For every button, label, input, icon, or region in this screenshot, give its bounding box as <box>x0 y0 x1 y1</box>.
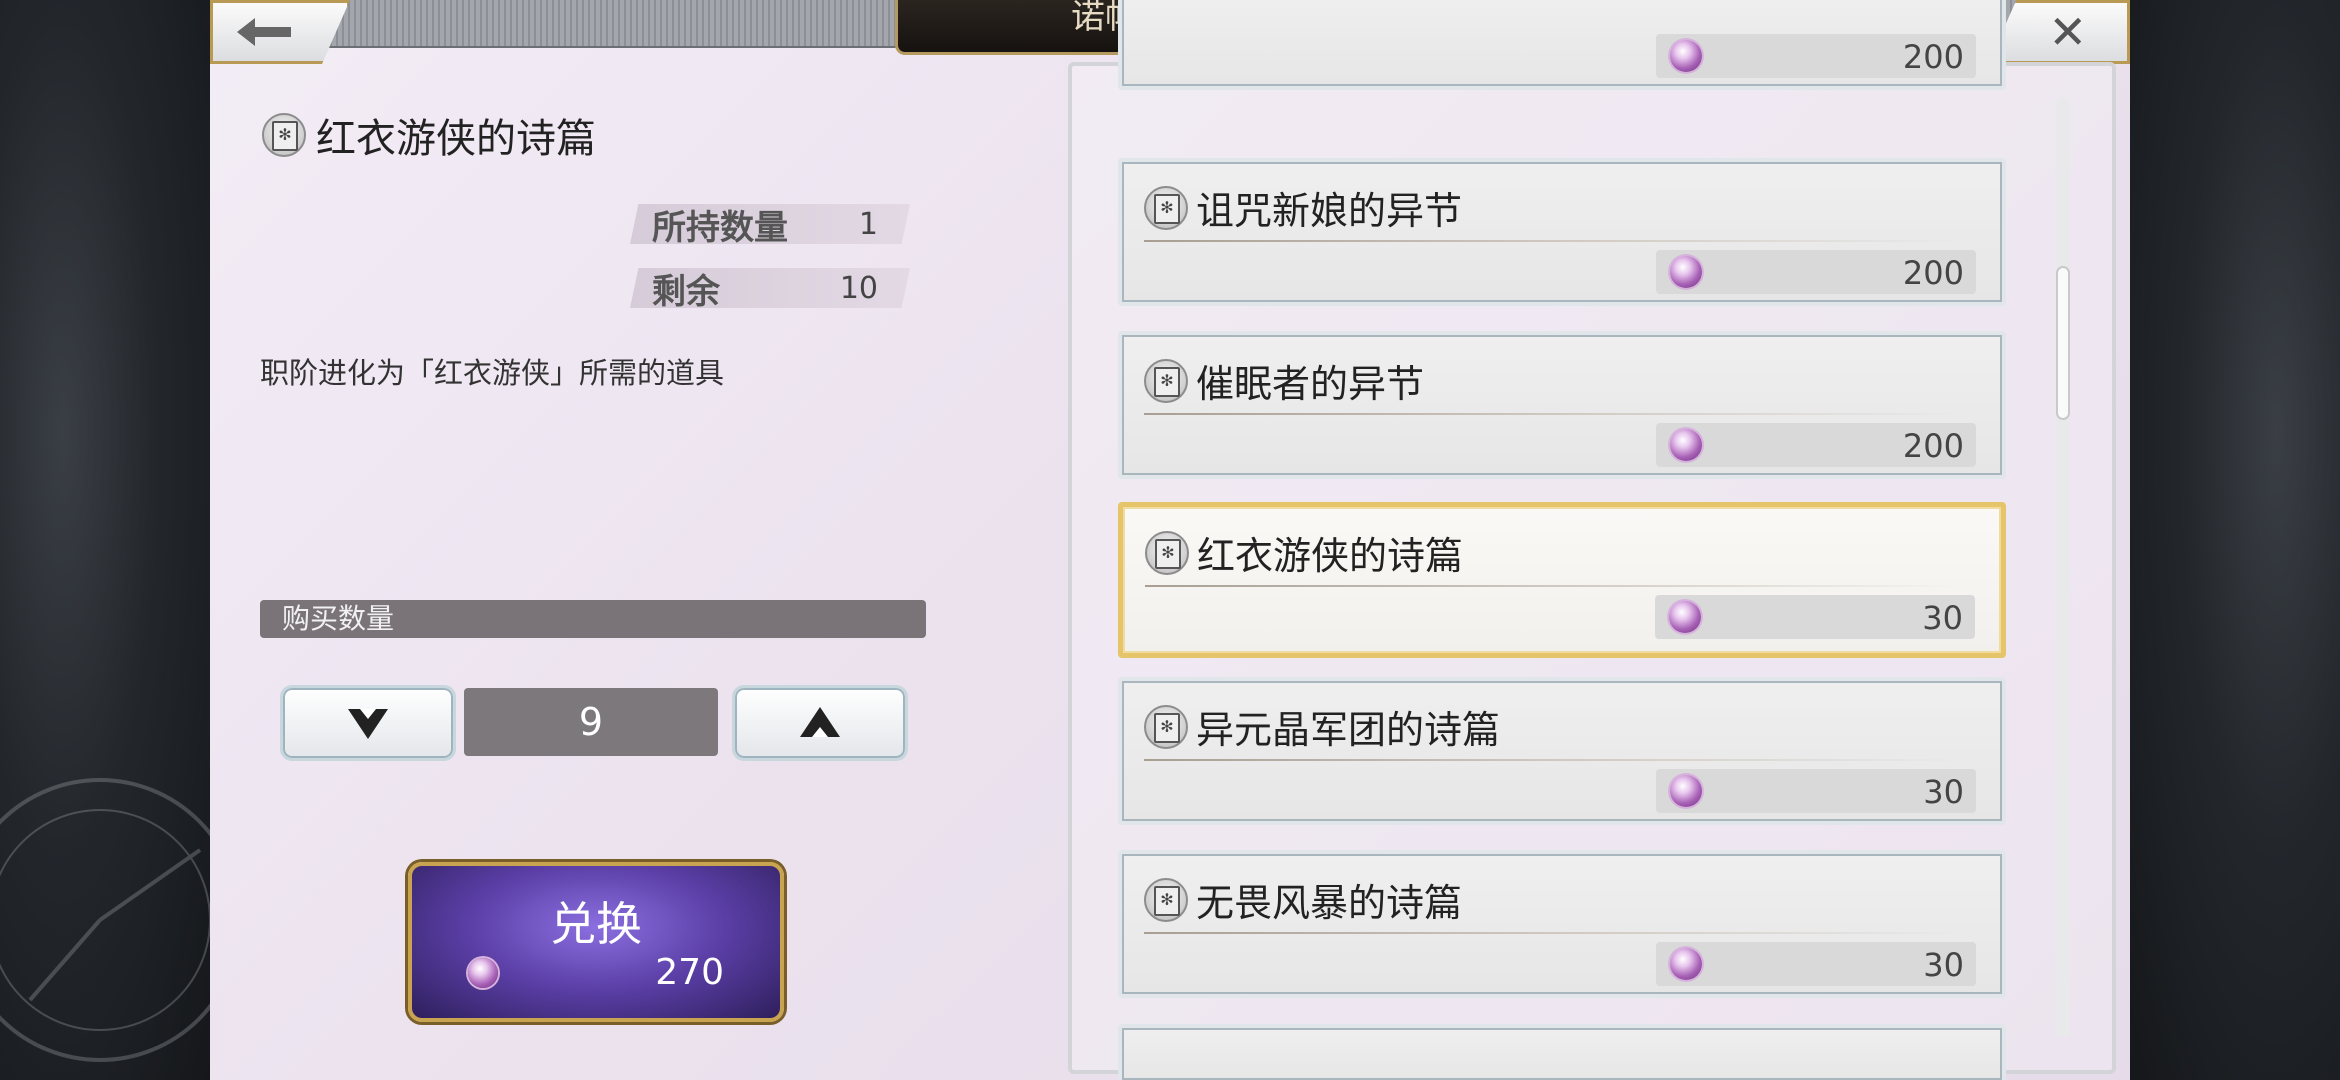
item-price-value: 200 <box>1902 38 1964 76</box>
right-background <box>2130 0 2340 1080</box>
list-item-selected[interactable]: 红衣游侠的诗篇 30 <box>1118 502 2006 658</box>
divider <box>1145 585 1961 587</box>
item-price: 200 <box>1656 34 1976 78</box>
list-item[interactable]: 催眠者的异节 200 <box>1118 331 2006 479</box>
remaining-stat: 剩余 10 <box>630 268 910 308</box>
shop-panel: 诺帕皇家公司 405 ✕ 红衣游侠的诗篇 所持数量 1 剩余 10 职阶进化为「… <box>210 0 2130 1080</box>
scrollbar-thumb[interactable] <box>2056 266 2070 420</box>
item-name-row: 异元晶军团的诗篇 <box>1144 699 1500 754</box>
item-price-value: 30 <box>1923 773 1964 811</box>
gem-icon <box>1670 429 1702 461</box>
gem-icon <box>1670 775 1702 807</box>
gem-icon <box>1670 948 1702 980</box>
detail-item-title: 红衣游侠的诗篇 <box>262 106 596 164</box>
divider <box>1144 413 1962 415</box>
arrow-down-icon <box>348 709 388 739</box>
owned-value: 1 <box>858 206 878 242</box>
exchange-label: 兑换 <box>550 897 642 951</box>
exchange-cost: 270 <box>655 952 724 993</box>
arrow-up-icon <box>800 707 840 737</box>
item-price: 200 <box>1656 423 1976 467</box>
owned-stat: 所持数量 1 <box>630 204 910 244</box>
item-name: 异元晶军团的诗篇 <box>1196 708 1501 752</box>
detail-item-name: 红衣游侠的诗篇 <box>316 116 596 162</box>
item-price: 200 <box>1656 250 1976 294</box>
item-name-row: 无畏风暴的诗篇 <box>1144 872 1462 927</box>
book-icon <box>1144 358 1188 403</box>
divider <box>1144 759 1962 761</box>
book-icon <box>1144 877 1188 922</box>
item-price: 30 <box>1656 769 1976 813</box>
item-price-value: 200 <box>1902 254 1964 292</box>
item-name-row: 红衣游侠的诗篇 <box>1145 525 1463 580</box>
item-name-row: 诅咒新娘的异节 <box>1144 180 1462 235</box>
item-name: 无畏风暴的诗篇 <box>1196 881 1463 925</box>
divider <box>1144 240 1962 242</box>
item-description: 职阶进化为「红衣游侠」所需的道具 <box>260 356 725 390</box>
book-icon <box>1144 185 1188 230</box>
list-item[interactable] <box>1118 1024 2006 1080</box>
item-name: 催眠者的异节 <box>1196 362 1425 406</box>
book-icon <box>1144 704 1188 749</box>
book-icon <box>1145 530 1189 575</box>
item-price: 30 <box>1655 595 1975 639</box>
item-name: 诅咒新娘的异节 <box>1196 189 1463 233</box>
back-arrow-icon <box>237 18 291 46</box>
item-price-value: 200 <box>1902 427 1964 465</box>
item-price-value: 30 <box>1922 599 1963 637</box>
decrease-quantity-button[interactable] <box>280 685 456 761</box>
left-background <box>0 0 242 1080</box>
divider <box>1144 932 1962 934</box>
scrollbar-track[interactable] <box>2056 98 2070 1038</box>
close-icon: ✕ <box>2048 5 2087 59</box>
item-price: 30 <box>1656 942 1976 986</box>
increase-quantity-button[interactable] <box>732 685 908 761</box>
item-name-row: 催眠者的异节 <box>1144 353 1424 408</box>
list-item[interactable]: 诅咒新娘的异节 200 <box>1118 158 2006 306</box>
quantity-value[interactable]: 9 <box>464 688 718 756</box>
item-price-value: 30 <box>1923 946 1964 984</box>
gem-icon <box>1670 40 1702 72</box>
list-item[interactable]: 200 <box>1118 0 2006 90</box>
item-name: 红衣游侠的诗篇 <box>1197 534 1464 578</box>
book-icon <box>262 113 306 157</box>
gem-icon <box>468 958 498 988</box>
exchange-button[interactable]: 兑换 270 <box>408 862 784 1022</box>
list-item[interactable]: 无畏风暴的诗篇 30 <box>1118 850 2006 998</box>
list-item[interactable]: 异元晶军团的诗篇 30 <box>1118 677 2006 825</box>
gem-icon <box>1670 256 1702 288</box>
gem-icon <box>1669 601 1701 633</box>
owned-label: 所持数量 <box>652 207 788 248</box>
quantity-label: 购买数量 <box>260 600 926 638</box>
remaining-value: 10 <box>839 270 878 306</box>
remaining-label: 剩余 <box>652 271 720 312</box>
back-button[interactable] <box>210 0 350 64</box>
